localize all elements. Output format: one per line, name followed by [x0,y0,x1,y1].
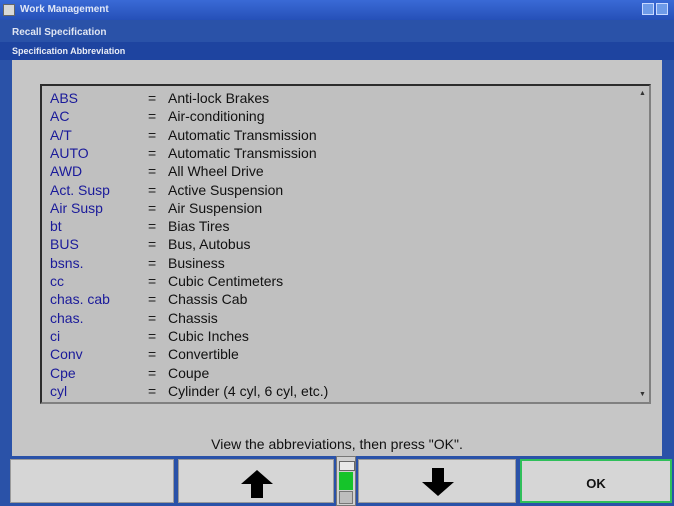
abbreviation: Conv [50,346,83,363]
ok-button-label: OK [586,476,606,491]
abbreviation: cyl [50,382,68,399]
down-arrow-icon [422,468,454,496]
window-titlebar: Work Management [0,0,674,20]
definition: Cubic Inches [168,327,249,344]
equals-sign: = [148,273,157,289]
softkey-bar: OK [0,456,674,506]
definition: All Wheel Drive [168,163,264,180]
abbreviation: chas. cab [50,291,110,308]
equals-sign: = [148,126,157,143]
definition: Convertible [168,346,239,363]
definition: Chassis Cab [168,291,248,308]
equals-sign: = [148,309,157,326]
meter-fill [339,472,353,490]
ok-button[interactable]: OK [520,459,672,503]
definition: Chassis [168,309,218,326]
main-panel: ▲ ▼ ABS = Anti-lock Brakes AC = Air-condition… [12,60,662,456]
list-scroll-up-icon[interactable]: ▲ [639,90,646,97]
equals-sign: = [148,218,157,235]
abbreviation-list[interactable]: ▲ ▼ ABS = Anti-lock Brakes AC = Air-condition… [40,84,651,404]
definition: Air Suspension [168,199,263,216]
app-icon [3,4,15,16]
abbreviation: ABS [50,90,79,106]
definition: Air-conditioning [168,108,265,125]
list-scroll-down-icon[interactable]: ▼ [639,391,646,398]
definition: Cylinder (4 cyl, 6 cyl, etc.) [168,382,329,399]
subtitle-bar: Recall Specification [0,20,674,42]
meter-empty [339,491,353,504]
up-arrow-icon [241,470,273,498]
restore-button[interactable] [656,3,668,15]
definition: Cubic Centimeters [168,273,284,289]
equals-sign: = [148,254,157,271]
equals-sign: = [148,364,157,381]
minimize-button[interactable] [642,3,654,15]
abbreviation: ci [50,327,61,344]
abbreviation: A/T [50,126,72,143]
equals-sign: = [148,144,157,161]
definition: Bias Tires [168,218,230,235]
equals-sign: = [148,163,157,180]
definition: Automatic Transmission [168,144,317,161]
definition: Coupe [168,364,210,381]
abbreviation: cc [50,273,64,289]
definition: Bus, Autobus [168,236,251,253]
equals-sign: = [148,327,157,344]
abbreviation: chas. [50,309,84,326]
equals-sign: = [148,236,157,253]
abbreviation: Cpe [50,364,76,381]
abbreviation: bsns. [50,254,84,271]
abbreviation: AWD [50,163,83,180]
scroll-position-meter [336,456,356,506]
equals-sign: = [148,199,157,216]
page-down-button[interactable] [358,459,516,503]
section-bar: Specification Abbreviation [0,42,674,60]
page-up-button[interactable] [178,459,334,503]
equals-sign: = [148,291,157,308]
definition: Business [168,254,225,271]
equals-sign: = [148,382,157,399]
abbreviation: AC [50,108,70,125]
equals-sign: = [148,108,157,125]
instruction-text: View the abbreviations, then press "OK". [211,436,463,452]
abbreviation: Act. Susp [50,181,110,198]
equals-sign: = [148,181,157,198]
definition: Automatic Transmission [168,126,317,143]
abbreviation: AUTO [50,144,89,161]
definition: Anti-lock Brakes [168,90,270,106]
equals-sign: = [148,346,157,363]
definition: Active Suspension [168,181,284,198]
softkey-1-blank[interactable] [10,459,174,503]
meter-top [339,461,355,471]
abbreviation: BUS [50,236,79,253]
abbreviation: Air Susp [50,199,103,216]
section-title: Specification Abbreviation [12,46,126,56]
abbreviation: bt [50,218,62,235]
equals-sign: = [148,90,157,106]
window-title: Work Management [20,4,109,15]
screen-subtitle: Recall Specification [12,27,107,38]
